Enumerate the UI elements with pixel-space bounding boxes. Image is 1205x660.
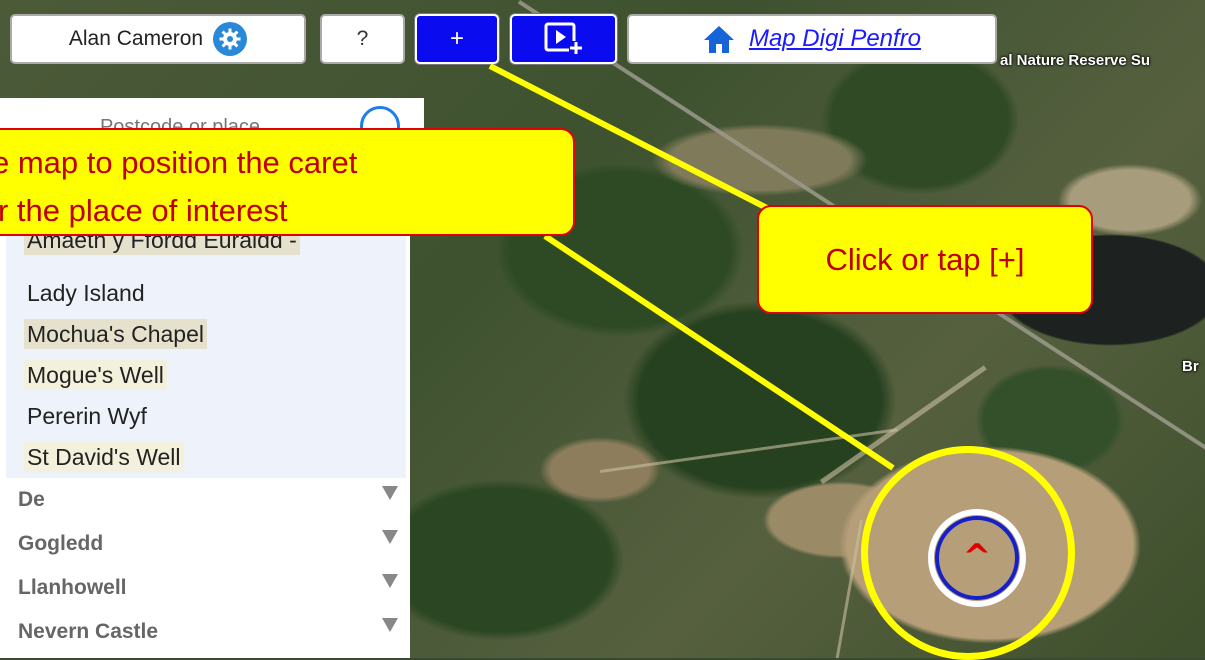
instruction-callout-plus: Click or tap [+] bbox=[757, 205, 1093, 314]
instruction-callout-position: e map to position the caret r the place … bbox=[0, 128, 575, 236]
callout-text: e map to position the caret bbox=[0, 145, 358, 180]
annotation-pointers bbox=[488, 63, 895, 471]
callout-text: Click or tap [+] bbox=[825, 241, 1025, 277]
callout-text: r the place of interest bbox=[0, 193, 288, 228]
